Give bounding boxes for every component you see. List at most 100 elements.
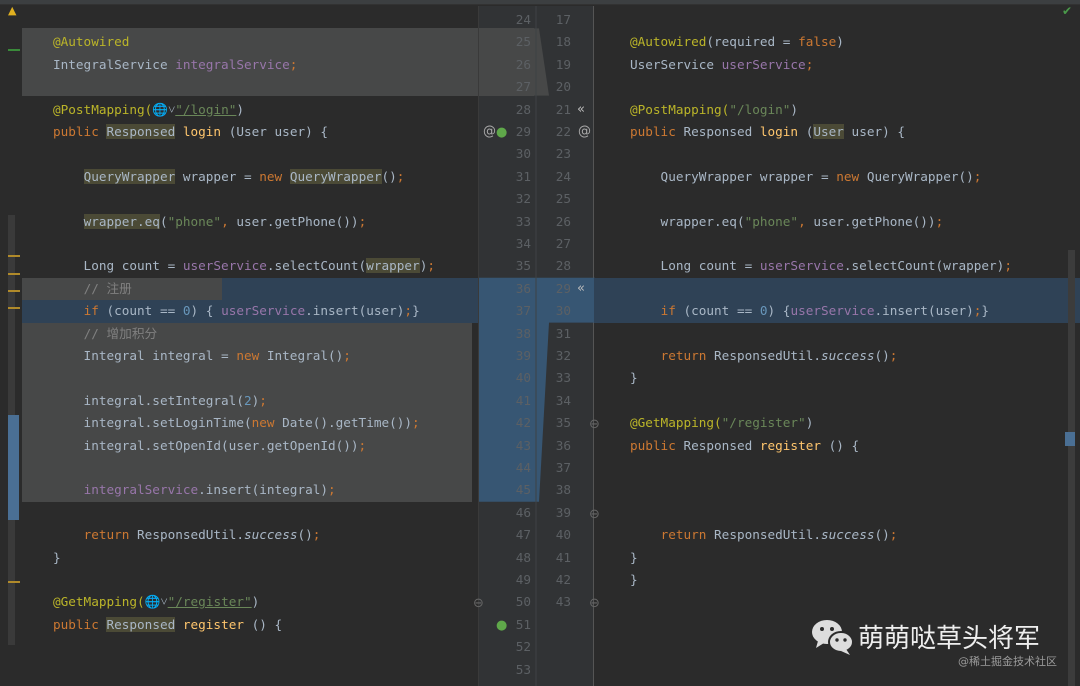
warning-marker xyxy=(8,290,20,292)
code-token: "/login" xyxy=(729,101,791,117)
right-code-line: Long count = userService.selectCount(wra… xyxy=(630,255,1012,277)
code-token: Integral integral = xyxy=(53,348,237,363)
code-token: return xyxy=(660,348,715,363)
spring-bean-icon[interactable]: ● xyxy=(496,125,507,140)
right-line-number: 24 xyxy=(555,168,571,184)
code-token: ; xyxy=(1004,258,1012,274)
change-marker xyxy=(8,49,20,51)
code-token: new xyxy=(259,168,290,184)
code-token: QueryWrapper wrapper = xyxy=(630,168,837,184)
left-line-number: 38 xyxy=(515,325,531,341)
code-token: () xyxy=(381,168,397,184)
code-token: Responsed xyxy=(683,437,760,453)
code-token: if xyxy=(83,303,107,319)
right-code-line: @GetMapping("/register") xyxy=(630,412,813,434)
project-panel-edge xyxy=(0,5,22,686)
code-token: userService xyxy=(221,303,306,319)
code-token: ; xyxy=(396,168,405,184)
code-token: @PostMapping( xyxy=(53,101,153,117)
left-code-line: if (count == 0) { userService.insert(use… xyxy=(53,300,420,322)
code-token: ( xyxy=(159,213,168,229)
right-line-number: 26 xyxy=(555,213,571,229)
right-code-line: @PostMapping("/login") xyxy=(630,99,798,121)
left-line-number: 42 xyxy=(515,415,531,431)
code-token: userService xyxy=(721,56,806,72)
code-token: 🌐˅ xyxy=(152,101,176,117)
code-token: .selectCount( xyxy=(266,258,367,274)
code-token: () xyxy=(874,527,890,543)
right-line-number: 31 xyxy=(555,325,571,341)
code-token: // 注册 xyxy=(83,280,132,296)
code-token: } xyxy=(412,303,420,319)
code-token: userService xyxy=(182,258,267,274)
warning-icon[interactable]: ▲ xyxy=(8,4,16,17)
left-line-number: 25 xyxy=(515,34,531,50)
left-line-number: 26 xyxy=(515,56,531,72)
warning-marker xyxy=(8,255,20,257)
apply-change-arrow-icon[interactable]: « xyxy=(577,102,585,117)
code-token: public xyxy=(630,437,684,453)
code-token: ; xyxy=(427,258,435,274)
right-line-number: 23 xyxy=(555,146,571,162)
right-code-line: @Autowired(required = false) xyxy=(630,31,844,53)
spring-bean-icon[interactable]: ● xyxy=(496,618,507,633)
left-line-number: 27 xyxy=(515,79,531,95)
right-line-number: 30 xyxy=(555,303,571,319)
left-line-number: 37 xyxy=(515,303,531,319)
check-icon: ✔ xyxy=(1062,4,1073,18)
code-token: .insert(integral) xyxy=(198,482,328,498)
code-token: User xyxy=(813,124,844,139)
code-token: register xyxy=(759,437,821,453)
right-diff-pane[interactable]: @Autowired(required = false) UserService … xyxy=(594,6,1080,686)
left-line-number: 53 xyxy=(515,661,531,677)
right-line-number: 20 xyxy=(555,79,571,95)
right-line-number: 38 xyxy=(555,482,571,498)
autowired-gutter-icon[interactable]: @ xyxy=(483,124,496,139)
code-token: () xyxy=(297,527,313,543)
right-code-line: return ResponsedUtil.success(); xyxy=(630,524,898,546)
autowired-gutter-icon[interactable]: @ xyxy=(578,124,591,139)
code-token: () { xyxy=(243,616,283,632)
fold-icon[interactable]: ⊖ xyxy=(473,596,484,611)
code-token: () { xyxy=(820,437,860,453)
left-code-line: } xyxy=(53,547,61,569)
left-code-line: // 注册 xyxy=(53,278,132,300)
left-line-number: 52 xyxy=(515,639,531,655)
left-line-number: 24 xyxy=(515,12,531,27)
right-line-number: 19 xyxy=(555,56,571,72)
right-line-number: 18 xyxy=(555,34,571,50)
code-token: ; xyxy=(889,348,898,363)
right-line-number: 39 xyxy=(555,504,571,520)
right-code-line: if (count == 0) {userService.insert(user… xyxy=(630,300,990,322)
scrollbar-diff-marker xyxy=(1065,432,1075,446)
warning-marker xyxy=(8,581,20,583)
left-line-number: 33 xyxy=(515,213,531,229)
right-line-number: 36 xyxy=(555,437,571,453)
left-line-number: 41 xyxy=(515,392,531,408)
code-token: 0 xyxy=(759,303,768,319)
right-code-line: wrapper.eq("phone", user.getPhone()); xyxy=(630,211,944,233)
code-token: integral.setOpenId(user.getOpenId()) xyxy=(53,437,359,453)
code-token: ; xyxy=(412,415,420,431)
code-token: success xyxy=(821,527,875,543)
left-code-line: // 增加积分 xyxy=(53,323,158,345)
code-token: .insert(user) xyxy=(305,303,405,319)
code-token: ; xyxy=(289,56,298,72)
right-scrollbar[interactable] xyxy=(1065,250,1075,686)
left-line-number: 45 xyxy=(515,482,531,498)
apply-change-arrow-icon[interactable]: « xyxy=(577,281,585,296)
code-token: , xyxy=(798,213,814,229)
code-token: ) xyxy=(836,34,844,50)
code-token: "/register" xyxy=(167,594,252,610)
code-token: ) xyxy=(805,415,814,431)
left-diff-pane[interactable]: @Autowired IntegralService integralServic… xyxy=(22,6,478,686)
code-token: Date().getTime()) xyxy=(282,415,413,431)
left-line-number: 48 xyxy=(515,549,531,565)
wechat-icon xyxy=(812,620,854,655)
code-token: ; xyxy=(358,437,367,453)
